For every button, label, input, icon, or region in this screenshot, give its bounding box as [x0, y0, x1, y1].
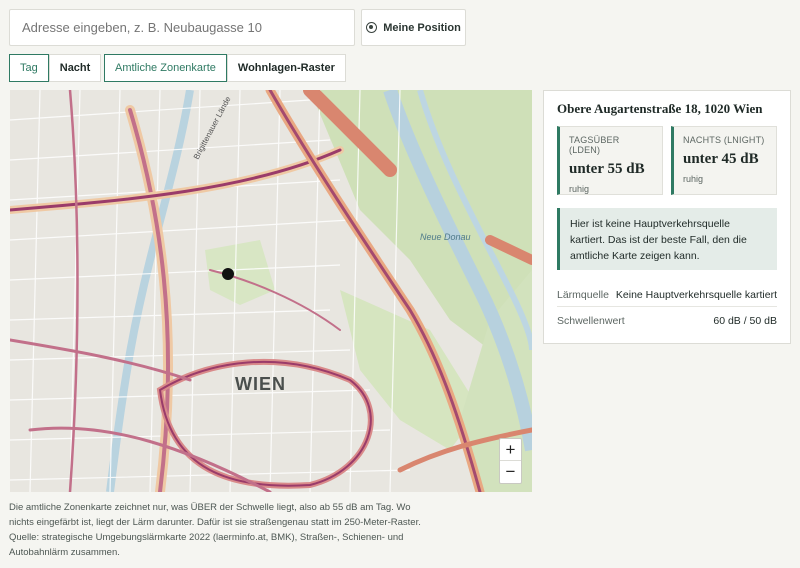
tab-zonenkarte[interactable]: Amtliche Zonenkarte [104, 54, 227, 82]
location-info-panel: Obere Augartenstraße 18, 1020 Wien TAGSÜ… [543, 90, 791, 344]
day-label: TAGSÜBER (LDEN) [569, 135, 620, 155]
source-value: Keine Hauptverkehrsquelle kartiert [615, 289, 777, 301]
zoom-control: + − [499, 438, 522, 484]
night-value: unter 45 dB [683, 151, 759, 167]
tab-nacht[interactable]: Nacht [48, 54, 102, 82]
night-rating: ruhig [683, 174, 704, 184]
zoom-in-button[interactable]: + [500, 439, 521, 461]
night-label: NACHTS (LNIGHT) [683, 135, 765, 145]
info-note: Hier ist keine Hauptverkehrsquelle karti… [557, 208, 777, 270]
tab-tag[interactable]: Tag [9, 54, 49, 82]
time-toggle: Tag Nacht [9, 54, 102, 82]
footer-line: Autobahnlärm zusammen. [9, 547, 120, 558]
threshold-row: Schwellenwert 60 dB / 50 dB [557, 315, 777, 327]
day-rating: ruhig [569, 184, 590, 194]
location-marker [222, 268, 234, 280]
address-title: Obere Augartenstraße 18, 1020 Wien [557, 101, 763, 116]
footer-line: Quelle: strategische Umgebungslärmkarte … [9, 532, 404, 543]
day-value: unter 55 dB [569, 161, 645, 177]
river-label: Neue Donau [420, 232, 471, 242]
tab-wohnlagen-raster[interactable]: Wohnlagen-Raster [226, 54, 346, 82]
source-key: Lärmquelle [557, 289, 609, 301]
city-label: WIEN [235, 374, 286, 394]
footer-note: Die amtliche Zonenkarte zeichnet nur, wa… [9, 500, 449, 560]
threshold-value: 60 dB / 50 dB [713, 315, 777, 327]
footer-line: nichts eingefärbt ist, liegt der Lärm da… [9, 517, 421, 528]
threshold-key: Schwellenwert [557, 315, 625, 327]
night-noise-card: NACHTS (LNIGHT) unter 45 dB ruhig [671, 126, 777, 195]
address-search-input[interactable] [9, 9, 355, 46]
map-canvas: WIEN Neue Donau Brigittenauer Lände [10, 90, 532, 492]
row-divider [557, 306, 777, 307]
zoom-out-button[interactable]: − [500, 461, 521, 483]
my-position-label: Meine Position [383, 21, 461, 34]
map-type-toggle: Amtliche Zonenkarte Wohnlagen-Raster [104, 54, 346, 82]
my-position-button[interactable]: Meine Position [361, 9, 466, 46]
footer-line: Die amtliche Zonenkarte zeichnet nur, wa… [9, 502, 411, 513]
source-row: Lärmquelle Keine Hauptverkehrsquelle kar… [557, 289, 777, 301]
noise-map[interactable]: WIEN Neue Donau Brigittenauer Lände + − [10, 90, 532, 492]
day-noise-card: TAGSÜBER (LDEN) unter 55 dB ruhig [557, 126, 663, 195]
location-target-icon [366, 22, 378, 33]
